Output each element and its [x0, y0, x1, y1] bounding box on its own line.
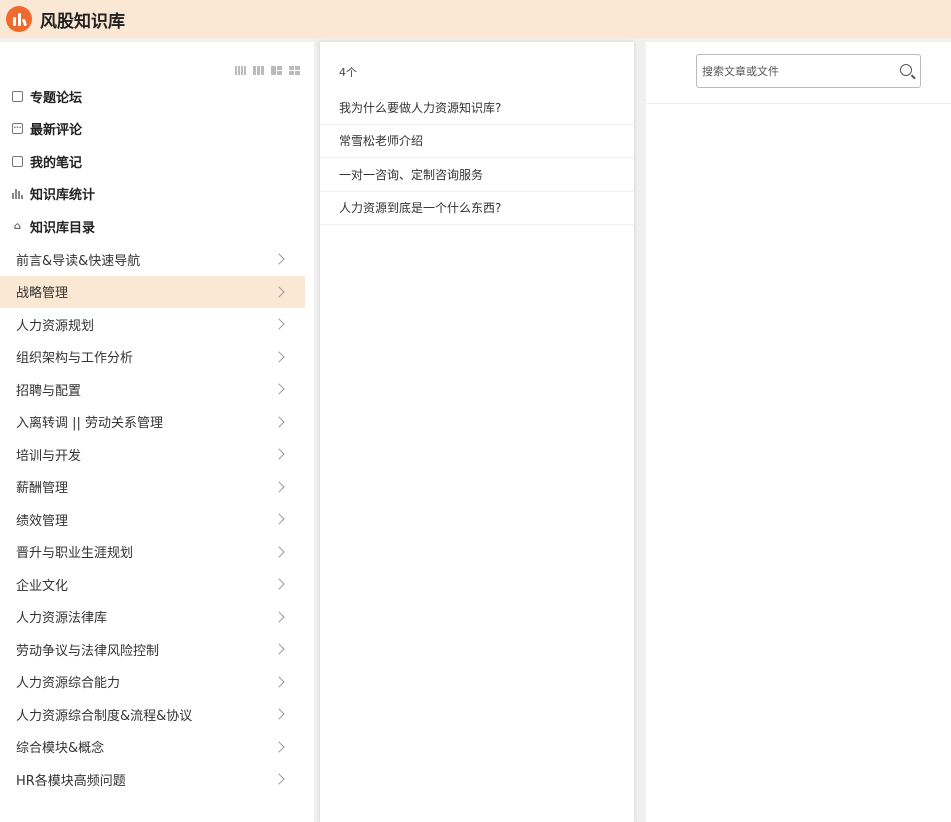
quick-link-notes[interactable]: 我的笔记	[0, 145, 314, 178]
sidebar-item-label: 组织架构与工作分析	[16, 351, 134, 367]
chevron-right-icon	[273, 708, 285, 720]
chevron-right-icon	[273, 773, 285, 785]
sidebar: 专题论坛 ··· 最新评论 我的笔记 知识库统计 ⌂ 知识库目录 前言&导读&快…	[0, 42, 314, 822]
chevron-right-icon	[273, 253, 285, 265]
app-title[interactable]: 风股知识库	[40, 7, 125, 32]
sidebar-item[interactable]: 人力资源综合制度&流程&协议	[0, 698, 305, 731]
chevron-right-icon	[273, 383, 285, 395]
article-item[interactable]: 我为什么要做人力资源知识库?	[320, 91, 634, 125]
sidebar-item[interactable]: 培训与开发	[0, 438, 305, 471]
quick-link-label: 知识库统计	[30, 188, 96, 204]
chevron-right-icon	[273, 676, 285, 688]
sidebar-item-label: 入离转调 || 劳动关系管理	[16, 416, 164, 432]
article-count: 4个	[339, 66, 357, 79]
quick-link-forum[interactable]: 专题论坛	[0, 80, 314, 113]
sidebar-item[interactable]: 入离转调 || 劳动关系管理	[0, 406, 305, 439]
content-panel	[646, 42, 951, 822]
quick-link-stats[interactable]: 知识库统计	[0, 178, 314, 211]
chevron-right-icon	[273, 643, 285, 655]
sidebar-item[interactable]: 招聘与配置	[0, 373, 305, 406]
chevron-right-icon	[273, 546, 285, 558]
sidebar-item-label: 培训与开发	[16, 448, 82, 464]
view-toggle-group	[235, 66, 300, 75]
chevron-right-icon	[273, 481, 285, 493]
sidebar-item-label: 企业文化	[16, 578, 69, 594]
sidebar-item-label: HR各模块高频问题	[16, 773, 126, 789]
sidebar-item[interactable]: HR各模块高频问题	[0, 763, 305, 796]
quick-link-label: 知识库目录	[30, 220, 96, 236]
view-grid-icon[interactable]	[289, 66, 300, 75]
forum-icon	[12, 90, 23, 102]
view-columns-icon[interactable]	[253, 66, 264, 75]
content-toolbar	[646, 42, 951, 104]
sidebar-item[interactable]: 人力资源法律库	[0, 601, 305, 634]
sidebar-item-label: 绩效管理	[16, 513, 69, 529]
quick-link-label: 我的笔记	[30, 155, 83, 171]
chevron-right-icon	[273, 611, 285, 623]
quick-link-label: 最新评论	[30, 123, 83, 139]
sidebar-item[interactable]: 前言&导读&快速导航	[0, 243, 305, 276]
category-nav: 前言&导读&快速导航 战略管理人力资源规划组织架构与工作分析 招聘与配置入离转调 |…	[0, 243, 314, 796]
sidebar-item-label: 招聘与配置	[16, 383, 82, 399]
chevron-right-icon	[273, 286, 285, 298]
sidebar-item[interactable]: 企业文化	[0, 568, 305, 601]
quick-links: 专题论坛 ··· 最新评论 我的笔记 知识库统计 ⌂ 知识库目录	[0, 80, 314, 243]
chevron-right-icon	[273, 513, 285, 525]
quick-link-comments[interactable]: ··· 最新评论	[0, 113, 314, 146]
chevron-right-icon	[273, 416, 285, 428]
sidebar-item[interactable]: 绩效管理	[0, 503, 305, 536]
comment-icon: ···	[12, 123, 23, 135]
sidebar-item-label: 人力资源法律库	[16, 611, 108, 627]
sidebar-item-label: 劳动争议与法律风险控制	[16, 643, 160, 659]
article-item[interactable]: 常雪松老师介绍	[320, 125, 634, 158]
sidebar-item-label: 人力资源规划	[16, 318, 95, 334]
note-icon	[12, 155, 23, 167]
sidebar-item-label: 前言&导读&快速导航	[16, 253, 141, 269]
article-item[interactable]: 人力资源到底是一个什么东西?	[320, 192, 634, 225]
sidebar-item-label: 人力资源综合制度&流程&协议	[16, 708, 193, 724]
sidebar-item[interactable]: 薪酬管理	[0, 471, 305, 504]
top-header: 风股知识库	[0, 0, 951, 38]
sidebar-item-label: 薪酬管理	[16, 481, 69, 497]
chevron-right-icon	[273, 741, 285, 753]
sidebar-item-label: 晋升与职业生涯规划	[16, 546, 134, 562]
home-icon: ⌂	[13, 220, 22, 232]
sidebar-item[interactable]: 人力资源规划	[0, 308, 305, 341]
sidebar-item[interactable]: 综合模块&概念	[0, 731, 305, 764]
search-icon[interactable]	[900, 64, 912, 76]
chevron-right-icon	[273, 318, 285, 330]
view-list-icon[interactable]	[235, 66, 246, 75]
chevron-right-icon	[273, 351, 285, 363]
search-box	[696, 54, 921, 88]
sidebar-item[interactable]: 组织架构与工作分析	[0, 341, 305, 374]
stats-icon	[12, 188, 23, 200]
view-split-icon[interactable]	[271, 66, 282, 75]
chevron-right-icon	[273, 578, 285, 590]
sidebar-item[interactable]: 人力资源综合能力	[0, 666, 305, 699]
article-panel: 4个 我为什么要做人力资源知识库? 常雪松老师介绍 一对一咨询、定制咨询服务 人力资源…	[320, 42, 634, 822]
article-list: 我为什么要做人力资源知识库? 常雪松老师介绍 一对一咨询、定制咨询服务 人力资源到底是…	[320, 91, 634, 225]
search-input[interactable]	[697, 55, 887, 87]
quick-link-label: 专题论坛	[30, 90, 83, 106]
chevron-right-icon	[273, 448, 285, 460]
sidebar-item-label: 人力资源综合能力	[16, 676, 121, 692]
quick-link-catalog[interactable]: ⌂ 知识库目录	[0, 210, 314, 243]
sidebar-item[interactable]: 战略管理	[0, 275, 305, 308]
sidebar-item-label: 战略管理	[16, 286, 69, 302]
sidebar-item[interactable]: 劳动争议与法律风险控制	[0, 633, 305, 666]
app-logo-icon[interactable]	[6, 6, 32, 32]
sidebar-item-label: 综合模块&概念	[16, 741, 105, 757]
sidebar-item[interactable]: 晋升与职业生涯规划	[0, 536, 305, 569]
article-item[interactable]: 一对一咨询、定制咨询服务	[320, 158, 634, 192]
